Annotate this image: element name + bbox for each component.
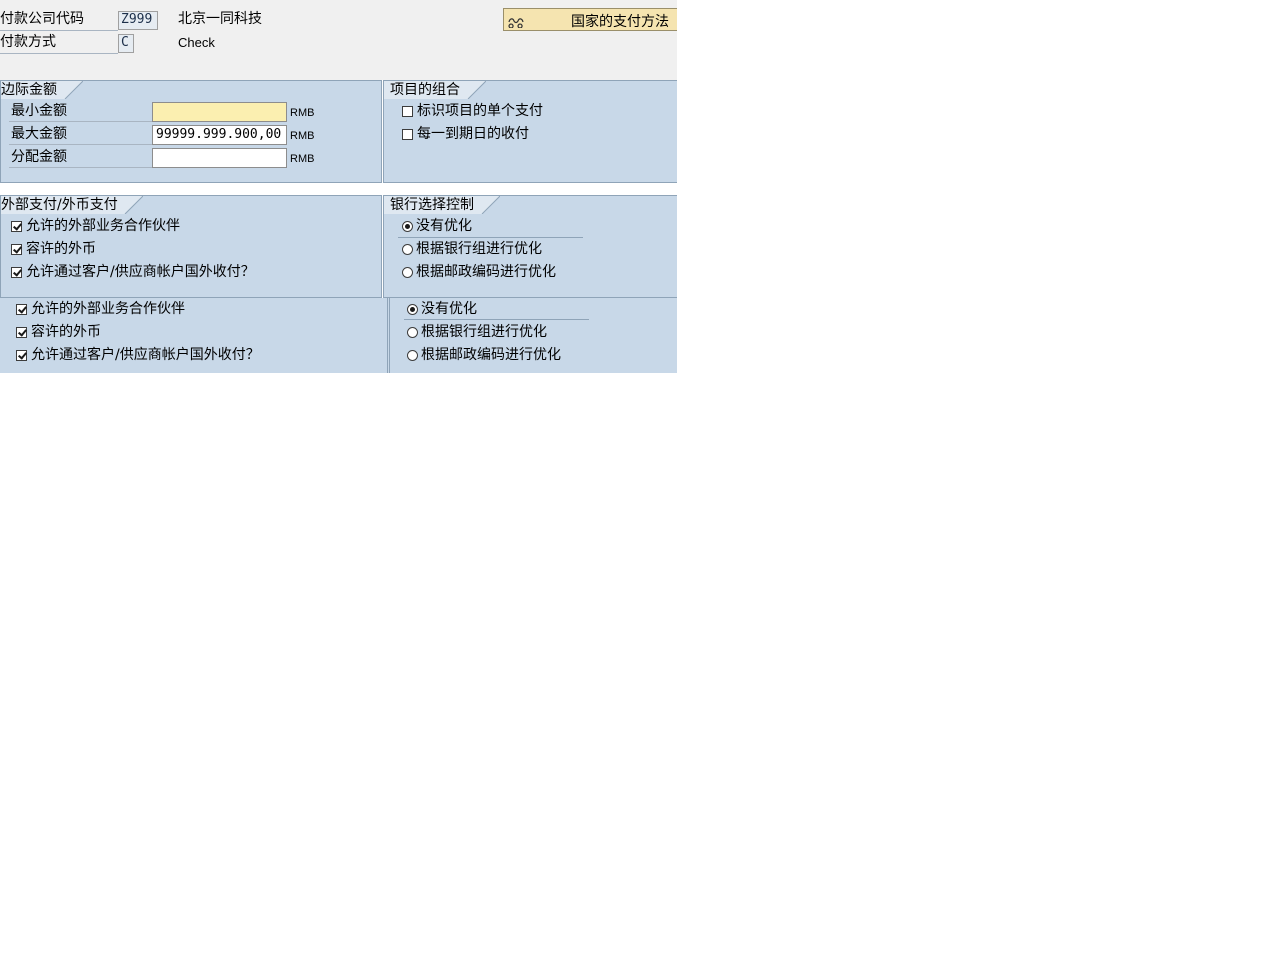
due-date-checkbox[interactable] — [402, 129, 413, 140]
lower-postal-code-label: 根据邮政编码进行优化 — [421, 347, 561, 363]
lower-postal-code-radio[interactable] — [407, 350, 418, 361]
company-code-field[interactable]: Z999 — [118, 11, 158, 30]
bank-selection-panel: 银行选择控制 没有优化 根据银行组进行优化 根据邮政编码进行优化 — [383, 195, 677, 298]
postal-code-label: 根据邮政编码进行优化 — [416, 264, 556, 280]
external-partner-checkbox[interactable] — [11, 221, 22, 232]
single-payment-checkbox[interactable] — [402, 106, 413, 117]
selection-underline — [404, 319, 589, 320]
postal-code-radio[interactable] — [402, 267, 413, 278]
lower-external-partner-label: 允许的外部业务合作伙伴 — [31, 301, 185, 317]
bank-group-radio[interactable] — [402, 244, 413, 255]
max-amount-input[interactable]: 99999.999.900,00 — [152, 125, 287, 145]
payment-method-label: 付款方式 — [0, 33, 118, 54]
lower-external-partner-checkbox[interactable] — [16, 304, 27, 315]
distribution-amount-input[interactable] — [152, 148, 287, 168]
company-code-label: 付款公司代码 — [0, 10, 118, 31]
lower-no-optimization-radio[interactable] — [407, 304, 418, 315]
amount-limits-panel: 边际金额 最小金额 RMB 最大金额 99999.999.900,00 RMB … — [0, 80, 382, 183]
foreign-currency-checkbox[interactable] — [11, 244, 22, 255]
min-amount-input[interactable] — [152, 102, 287, 122]
item-grouping-title: 项目的组合 — [390, 82, 460, 98]
due-date-label: 每一到期日的收付 — [417, 126, 529, 142]
payment-method-desc: Check — [178, 35, 215, 50]
lower-foreign-currency-label: 容许的外币 — [31, 324, 101, 340]
single-payment-label: 标识项目的单个支付 — [417, 103, 543, 119]
lower-bank-group-radio[interactable] — [407, 327, 418, 338]
company-name-text: 北京一同科技 — [178, 11, 262, 27]
foreign-payments-title: 外部支付/外币支付 — [1, 197, 118, 213]
foreign-account-label: 允许通过客户/供应商帐户国外收付？ — [26, 264, 255, 280]
selection-underline — [398, 237, 583, 238]
item-grouping-panel: 项目的组合 标识项目的单个支付 每一到期日的收付 — [383, 80, 677, 183]
min-amount-unit: RMB — [290, 107, 315, 119]
lower-bank-group-label: 根据银行组进行优化 — [421, 324, 547, 340]
no-optimization-label: 没有优化 — [416, 218, 472, 234]
max-amount-label: 最大金额 — [9, 125, 153, 145]
foreign-payments-panel: 外部支付/外币支付 允许的外部业务合作伙伴 容许的外币 允许通过客户/供应商帐户… — [0, 195, 382, 298]
country-payment-method-button[interactable]: 国家的支付方法 — [503, 8, 677, 31]
min-amount-label: 最小金额 — [9, 102, 153, 122]
glasses-icon — [508, 12, 524, 29]
distribution-amount-unit: RMB — [290, 153, 315, 165]
vertical-divider — [389, 298, 390, 373]
vertical-divider — [387, 298, 388, 373]
max-amount-unit: RMB — [290, 130, 315, 142]
bank-group-label: 根据银行组进行优化 — [416, 241, 542, 257]
foreign-account-checkbox[interactable] — [11, 267, 22, 278]
distribution-amount-label: 分配金额 — [9, 148, 153, 168]
lower-foreign-account-checkbox[interactable] — [16, 350, 27, 361]
payment-method-field[interactable]: C — [118, 34, 134, 53]
lower-no-optimization-label: 没有优化 — [421, 301, 477, 317]
no-optimization-radio[interactable] — [402, 221, 413, 232]
bank-selection-title: 银行选择控制 — [390, 197, 474, 213]
lower-foreign-account-label: 允许通过客户/供应商帐户国外收付？ — [31, 347, 260, 363]
lower-panel-area: 允许的外部业务合作伙伴 容许的外币 允许通过客户/供应商帐户国外收付？ 没有优化… — [0, 298, 677, 373]
lower-foreign-currency-checkbox[interactable] — [16, 327, 27, 338]
amount-limits-title: 边际金额 — [1, 82, 57, 98]
country-payment-method-label: 国家的支付方法 — [571, 14, 669, 30]
external-partner-label: 允许的外部业务合作伙伴 — [26, 218, 180, 234]
foreign-currency-label: 容许的外币 — [26, 241, 96, 257]
